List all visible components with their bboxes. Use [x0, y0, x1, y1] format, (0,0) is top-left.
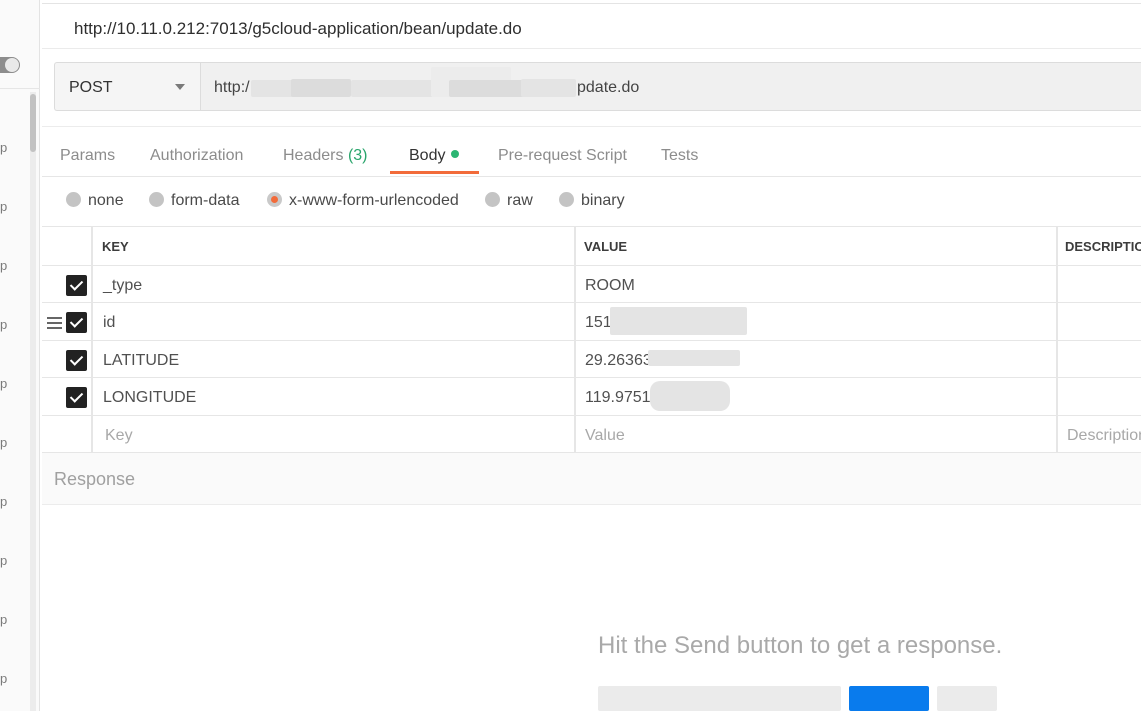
new-description-input[interactable]: Description — [1067, 427, 1141, 445]
param-key[interactable]: _type — [103, 277, 142, 295]
redacted-blur — [351, 80, 441, 97]
sidebar-item[interactable]: p — [0, 553, 7, 568]
url-input[interactable]: http:/ pdate.do — [200, 62, 1141, 111]
drag-handle-icon[interactable] — [47, 317, 62, 329]
row-divider — [42, 302, 1141, 303]
tab-pre-request-script[interactable]: Pre-request Script — [498, 147, 627, 165]
redacted-blur — [521, 79, 576, 97]
sidebar-divider — [0, 88, 40, 89]
radio-circle-icon — [559, 192, 574, 207]
method-select[interactable]: POST — [54, 62, 200, 111]
redacted-blur — [650, 381, 730, 411]
sidebar-item[interactable]: p — [0, 671, 7, 686]
row-checkbox[interactable] — [66, 387, 87, 408]
body-type-selector: none form-data x-www-form-urlencoded raw… — [42, 178, 1141, 226]
radio-label: none — [88, 192, 124, 209]
tab-params[interactable]: Params — [60, 147, 115, 165]
response-placeholder-bar — [937, 686, 997, 711]
row-divider — [42, 415, 1141, 416]
row-divider — [42, 340, 1141, 341]
radio-circle-icon — [66, 192, 81, 207]
row-divider — [42, 377, 1141, 378]
tab-headers[interactable]: Headers (3) — [283, 147, 368, 165]
param-value[interactable]: 29.26363 — [585, 352, 652, 370]
param-value[interactable]: 119.9751 — [585, 389, 651, 407]
redacted-blur — [610, 307, 747, 335]
redacted-blur — [291, 79, 351, 97]
send-button-illustration — [849, 686, 929, 711]
active-tab-underline — [390, 171, 479, 174]
chevron-down-icon — [175, 84, 185, 90]
request-title: http://10.11.0.212:7013/g5cloud-applicat… — [74, 19, 522, 38]
redacted-blur — [648, 350, 740, 366]
tab-headers-label: Headers — [283, 147, 344, 164]
param-key[interactable]: LONGITUDE — [103, 389, 196, 407]
radio-selected-icon — [267, 192, 282, 207]
sidebar-item[interactable]: p — [0, 494, 7, 509]
param-value[interactable]: ROOM — [585, 277, 635, 295]
url-prefix: http:/ — [214, 79, 250, 96]
sidebar-scrollbar[interactable] — [30, 92, 36, 711]
row-checkbox[interactable] — [66, 275, 87, 296]
row-divider — [42, 265, 1141, 266]
new-key-input[interactable]: Key — [105, 427, 133, 445]
url-suffix: pdate.do — [577, 79, 640, 96]
empty-response-message: Hit the Send button to get a response. — [598, 632, 1003, 659]
redacted-blur — [449, 80, 529, 97]
collections-sidebar: p p p p p p p p p p — [0, 0, 40, 711]
response-header: Response — [42, 453, 1141, 505]
column-header-value: VALUE — [584, 239, 628, 254]
row-checkbox[interactable] — [66, 312, 87, 333]
param-value[interactable]: 151 — [585, 314, 612, 332]
response-label: Response — [54, 469, 136, 489]
column-header-description: DESCRIPTION — [1065, 239, 1141, 254]
new-value-input[interactable]: Value — [585, 427, 625, 445]
sidebar-item[interactable]: p — [0, 140, 7, 155]
param-key[interactable]: LATITUDE — [103, 352, 179, 370]
param-key[interactable]: id — [103, 314, 115, 332]
method-label: POST — [69, 79, 113, 96]
radio-label: binary — [581, 192, 625, 209]
sidebar-scrollbar-thumb[interactable] — [30, 94, 36, 152]
radio-label: x-www-form-urlencoded — [289, 192, 459, 209]
tab-tests[interactable]: Tests — [661, 147, 698, 165]
radio-label: form-data — [171, 192, 240, 209]
sidebar-item[interactable]: p — [0, 199, 7, 214]
headers-count-badge: (3) — [347, 147, 368, 164]
request-tabs: Params Authorization Headers (3) Body Pr… — [42, 126, 1141, 177]
sidebar-item[interactable]: p — [0, 376, 7, 391]
tab-authorization[interactable]: Authorization — [150, 147, 243, 165]
tab-body-label: Body — [409, 147, 446, 164]
row-checkbox[interactable] — [66, 350, 87, 371]
params-table: KEY VALUE DESCRIPTION _type ROOM id 151 … — [42, 226, 1141, 453]
sidebar-toggle[interactable] — [0, 57, 20, 73]
radio-label: raw — [507, 192, 533, 209]
sidebar-item[interactable]: p — [0, 435, 7, 450]
sidebar-item[interactable]: p — [0, 317, 7, 332]
radio-circle-icon — [149, 192, 164, 207]
radio-circle-icon — [485, 192, 500, 207]
response-placeholder-bar — [598, 686, 841, 711]
request-tab-strip — [42, 0, 1141, 4]
divider — [42, 48, 1141, 49]
tab-body[interactable]: Body — [409, 147, 460, 165]
body-indicator-dot-icon — [451, 150, 460, 158]
column-header-key: KEY — [102, 239, 129, 254]
sidebar-item[interactable]: p — [0, 258, 7, 273]
sidebar-item[interactable]: p — [0, 612, 7, 627]
